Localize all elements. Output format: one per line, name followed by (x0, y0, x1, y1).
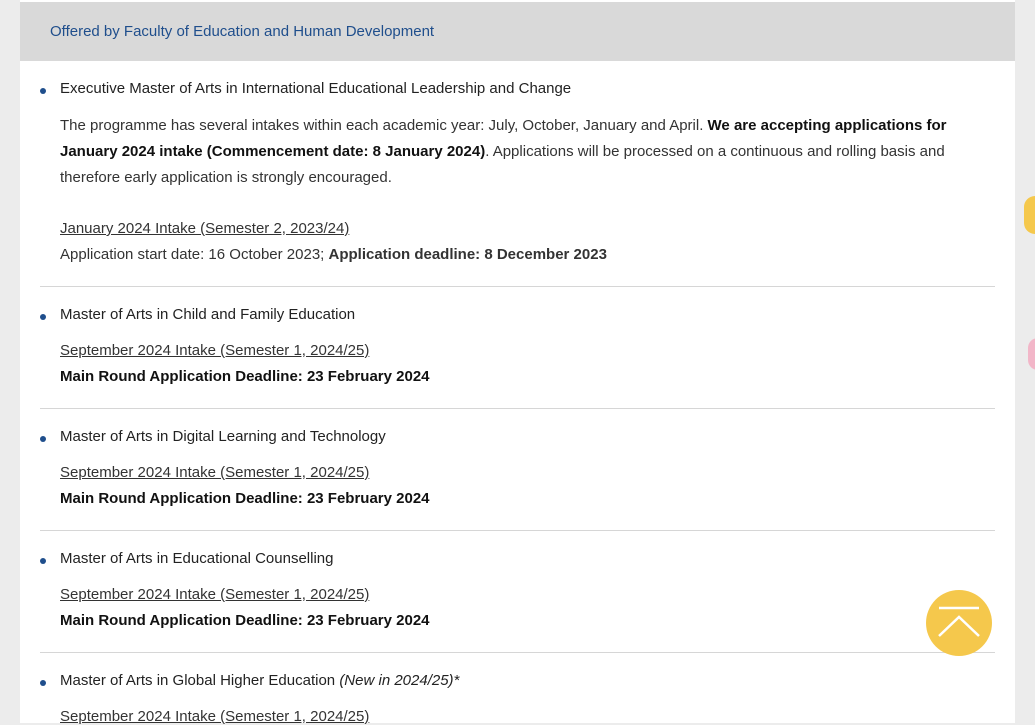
intake-link[interactable]: January 2024 Intake (Semester 2, 2023/24… (60, 220, 349, 237)
chevron-up-icon (938, 606, 980, 637)
divider (40, 408, 995, 409)
intake-link[interactable]: September 2024 Intake (Semester 1, 2024/… (60, 464, 369, 481)
divider (40, 286, 995, 287)
side-widget-tab[interactable] (1024, 196, 1035, 234)
bullet-icon (40, 558, 46, 564)
faculty-header: Offered by Faculty of Education and Huma… (20, 2, 1015, 61)
application-deadline: Main Round Application Deadline: 23 Febr… (60, 368, 430, 385)
programme-name: Executive Master of Arts in Internationa… (60, 80, 572, 97)
divider (40, 652, 995, 653)
description-intro: The programme has several intakes within… (60, 117, 708, 134)
back-to-top-button[interactable] (926, 590, 992, 656)
programme-name-text: Master of Arts in Global Higher Educatio… (60, 672, 336, 689)
bullet-icon (40, 680, 46, 686)
application-deadline: Main Round Application Deadline: 23 Febr… (60, 490, 430, 507)
application-start-date: Application start date: 16 October 2023; (60, 246, 329, 263)
programme-name: Master of Arts in Digital Learning and T… (60, 428, 386, 445)
application-deadline: Main Round Application Deadline: 23 Febr… (60, 612, 430, 629)
application-deadline: Application deadline: 8 December 2023 (328, 246, 607, 263)
programme-name: Master of Arts in Global Higher Educatio… (60, 672, 459, 689)
application-dates: Application start date: 16 October 2023;… (60, 246, 607, 263)
programme-description: The programme has several intakes within… (60, 113, 990, 191)
bullet-icon (40, 436, 46, 442)
programme-list-panel: Offered by Faculty of Education and Huma… (20, 0, 1015, 725)
programme-name: Master of Arts in Child and Family Educa… (60, 306, 356, 323)
side-widget-tab[interactable] (1028, 338, 1035, 370)
divider (40, 530, 995, 531)
faculty-title: Offered by Faculty of Education and Huma… (50, 23, 435, 40)
intake-link[interactable]: September 2024 Intake (Semester 1, 2024/… (60, 708, 369, 725)
programme-name: Master of Arts in Educational Counsellin… (60, 550, 334, 567)
intake-link[interactable]: September 2024 Intake (Semester 1, 2024/… (60, 586, 369, 603)
bullet-icon (40, 314, 46, 320)
bullet-icon (40, 88, 46, 94)
intake-link[interactable]: September 2024 Intake (Semester 1, 2024/… (60, 342, 369, 359)
new-programme-tag: (New in 2024/25)* (339, 672, 460, 689)
